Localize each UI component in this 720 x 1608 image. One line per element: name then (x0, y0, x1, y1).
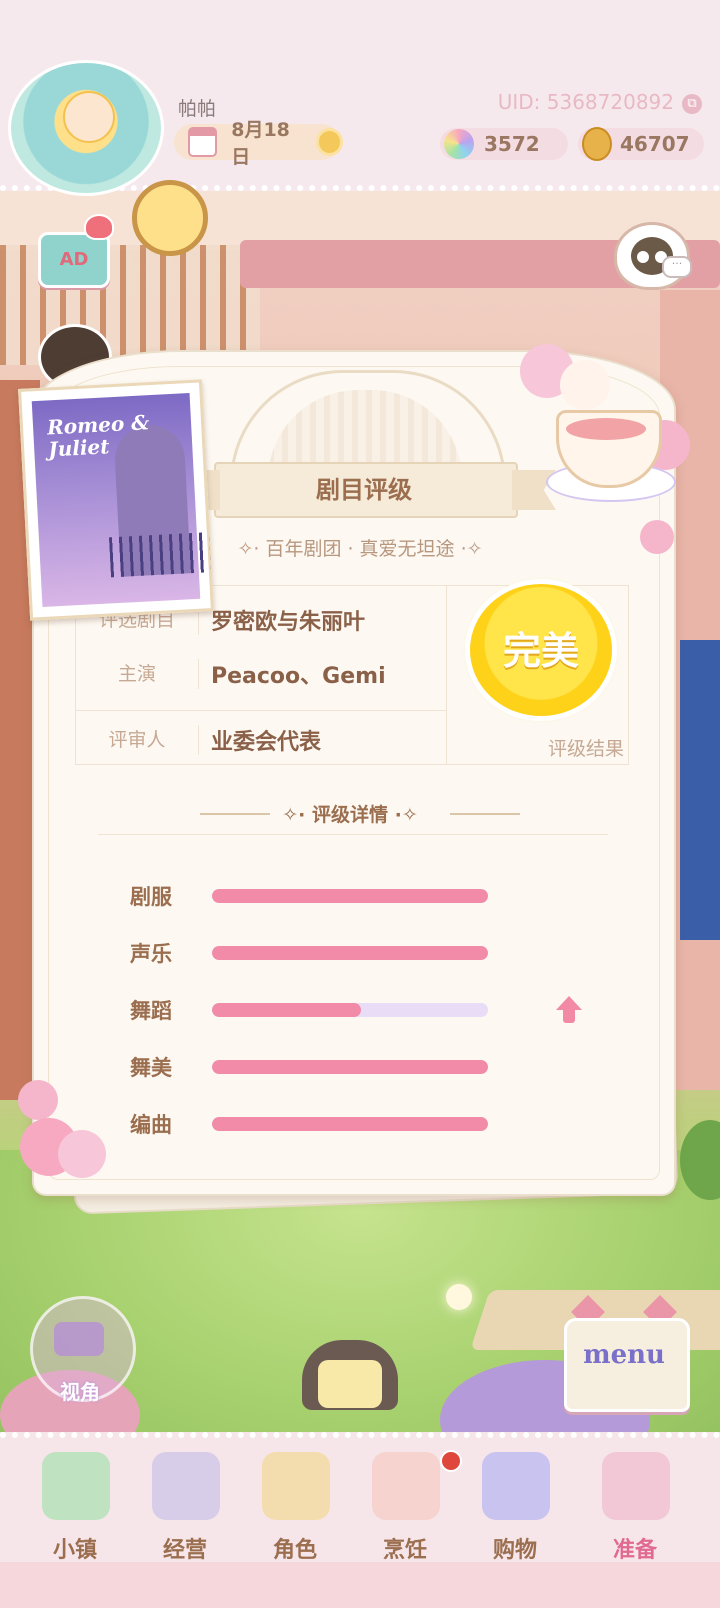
nav-item-shopping[interactable]: 购物 (460, 1446, 570, 1563)
copy-uid-icon[interactable]: ⧉ (682, 94, 702, 114)
subtitle-text: 百年剧团 · 真爱无坦途 (265, 538, 455, 560)
avatar-character-face (63, 91, 115, 143)
info-label: 评审人 (76, 725, 199, 755)
stat-bar-track (212, 1060, 488, 1074)
info-value: 罗密欧与朱丽叶 (211, 610, 366, 635)
stat-row: 舞蹈 (130, 995, 530, 1025)
stat-row: 声乐 (130, 938, 530, 968)
chat-bubble-icon: ··· (662, 256, 692, 278)
date-pill: 8月18日 (174, 119, 340, 168)
shopping-bag-icon (482, 1452, 550, 1520)
notification-dot (440, 1450, 462, 1472)
up-arrow-stem (563, 1009, 575, 1023)
nav-label: 角色 (272, 1538, 317, 1563)
menu-label: menu (583, 1340, 665, 1370)
rating-title: 剧目评级 (316, 476, 412, 504)
poster-title: Romeo & Juliet (46, 410, 150, 462)
menu-cat-ears (572, 1300, 676, 1320)
rose-decoration (18, 1080, 58, 1120)
player-name: 帕帕 (178, 98, 217, 120)
rating-result: 完美 (502, 629, 579, 673)
details-title-text: 评级详情 (311, 804, 388, 826)
info-value: 业委会代表 (211, 730, 322, 755)
stat-bar-fill (212, 1003, 362, 1017)
rainbow-gem-icon (444, 129, 474, 159)
info-label: 主演 (76, 659, 199, 689)
sandwich-icon (372, 1452, 440, 1520)
stat-row: 剧服 (130, 881, 530, 911)
nav-item-town[interactable]: 小镇 (20, 1446, 130, 1563)
gold-coin-icon (582, 127, 612, 161)
date-text: 8月18日 (231, 119, 290, 168)
nav-item-prepare[interactable]: 准备 (580, 1446, 690, 1563)
nav-item-business[interactable]: 经营 (130, 1446, 240, 1563)
rating-subtitle: ✧· 百年剧团 · 真爱无坦途 ·✧ (237, 538, 483, 560)
uid-text: UID: 5368720892 (497, 90, 674, 114)
sun-weather-icon (318, 131, 340, 153)
stat-label: 舞美 (130, 1056, 172, 1080)
table-divider (76, 710, 446, 711)
stat-bar-fill (212, 946, 488, 960)
gem-count: 3572 (484, 132, 540, 156)
heart-icon (84, 214, 114, 240)
coin-count: 46707 (620, 132, 690, 156)
nav-label: 小镇 (52, 1538, 97, 1563)
stat-bar-track (212, 889, 488, 903)
result-label: 评级结果 (547, 738, 624, 760)
briefcase-icon (152, 1452, 220, 1520)
tea (566, 418, 646, 440)
nav-label: 准备 (612, 1538, 657, 1563)
stat-bar-fill (212, 1117, 488, 1131)
stat-bar-fill (212, 889, 488, 903)
stat-bar-track (212, 946, 488, 960)
detail-divider-right (450, 813, 520, 815)
stat-row: 编曲 (130, 1109, 530, 1139)
stat-row: 舞美 (130, 1052, 530, 1082)
info-row-leads: 主演 Peacoo、Gemi (76, 646, 446, 702)
nav-label: 经营 (162, 1538, 207, 1563)
bottom-nav: 小镇 经营 角色 烹饪 购物 准备 (0, 1432, 720, 1568)
stat-bar-track (212, 1003, 488, 1017)
calendar-icon (188, 127, 218, 157)
pet-eye-left (637, 251, 649, 263)
nav-label: 购物 (492, 1538, 537, 1563)
rose-decoration (640, 520, 674, 554)
nav-label: 烹饪 (382, 1538, 427, 1563)
stat-label: 舞蹈 (130, 999, 172, 1023)
stat-label: 编曲 (130, 1113, 172, 1137)
stat-bar-fill (212, 1060, 488, 1074)
garden-light-globe (446, 1284, 472, 1310)
stat-bar-track (212, 1117, 488, 1131)
play-poster: Romeo & Juliet (18, 379, 214, 621)
player-avatar[interactable] (8, 60, 164, 196)
stat-label: 声乐 (130, 942, 172, 966)
coin-balance[interactable]: 46707 (578, 127, 704, 161)
gem-balance[interactable]: 3572 (440, 128, 568, 160)
nav-item-character[interactable]: 角色 (240, 1446, 350, 1563)
ad-button[interactable]: AD (38, 232, 110, 288)
rose-decoration (560, 360, 610, 410)
poster-artwork: Romeo & Juliet (31, 393, 211, 607)
info-value: Peacoo、Gemi (211, 664, 386, 689)
stat-label: 剧服 (130, 885, 172, 909)
info-row-judge: 评审人 业委会代表 (76, 712, 446, 768)
bottom-strip (0, 1562, 720, 1608)
character-portrait-frame[interactable] (132, 180, 208, 256)
picnic-basket-icon (602, 1452, 670, 1520)
street-lamp-glow (318, 1360, 382, 1408)
top-status-bar: 帕帕 UID: 5368720892 ⧉ 8月18日 3572 46707 (0, 0, 720, 196)
character-icon (262, 1452, 330, 1520)
blue-door (680, 640, 720, 940)
map-icon (42, 1452, 110, 1520)
camera-view-label: 视角 (60, 1380, 100, 1404)
details-title: ✧· 评级详情 ·✧ (282, 804, 418, 826)
up-arrow-icon (556, 996, 582, 1010)
poster-balcony (108, 532, 211, 578)
camera-icon (54, 1322, 104, 1356)
rose-decoration (58, 1130, 106, 1178)
